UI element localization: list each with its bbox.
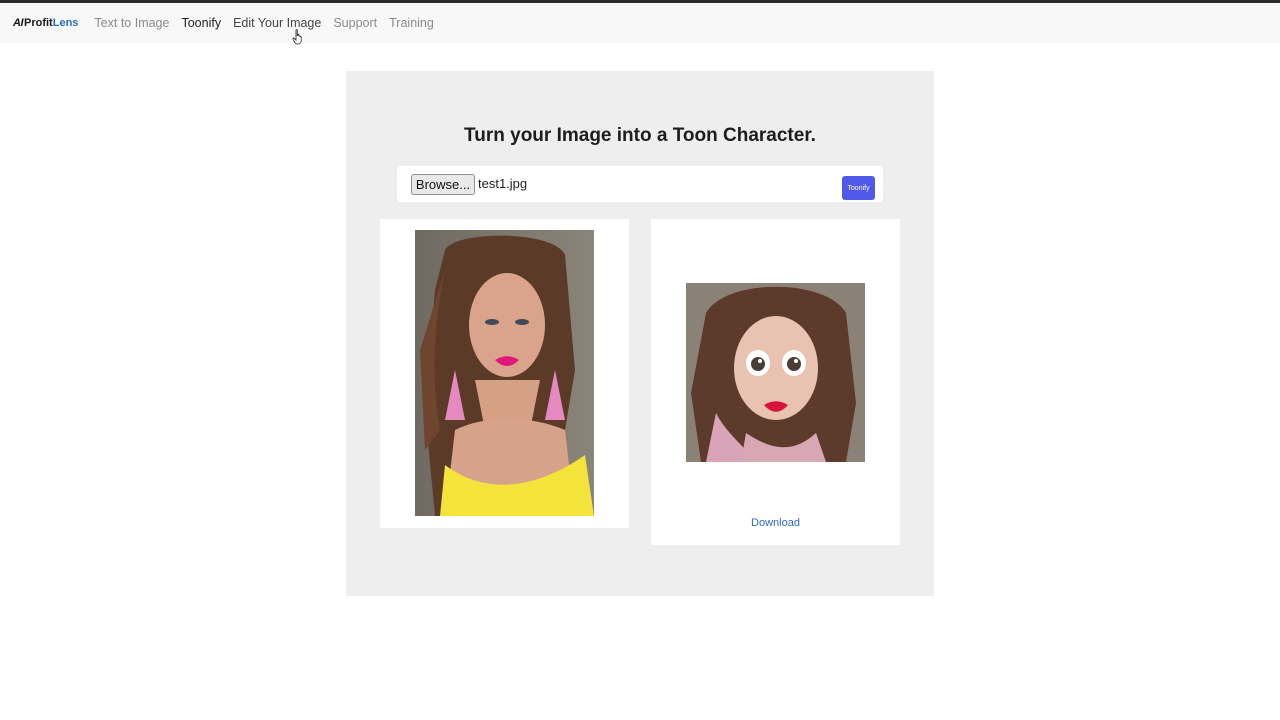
selected-filename: test1.jpg	[478, 176, 528, 191]
brand-prefix: AI	[13, 17, 24, 29]
browse-button[interactable]: Browse...	[411, 174, 475, 195]
original-photo-image	[415, 230, 594, 516]
toon-photo	[686, 283, 865, 462]
hand-cursor-icon	[292, 29, 302, 45]
toon-photo-image	[686, 283, 865, 462]
navbar: AI ProfitLens Text to Image Toonify Edit…	[0, 3, 1280, 43]
upload-form: Browse... test1.jpg Toonify	[397, 166, 883, 202]
brand-name: ProfitLens	[24, 17, 78, 29]
brand-name-main: Profit	[24, 17, 53, 29]
nav-support[interactable]: Support	[333, 16, 377, 30]
nav-edit-your-image[interactable]: Edit Your Image	[233, 16, 321, 30]
nav-toonify[interactable]: Toonify	[181, 16, 221, 30]
original-image-card	[380, 219, 629, 528]
brand-name-accent: Lens	[52, 17, 79, 29]
download-link[interactable]: Download	[651, 517, 900, 529]
result-image-card: Download	[651, 219, 900, 545]
nav-text-to-image[interactable]: Text to Image	[94, 16, 169, 30]
toonify-submit-button[interactable]: Toonify	[842, 176, 875, 200]
page-title: Turn your Image into a Toon Character.	[464, 125, 816, 146]
toonify-panel: Turn your Image into a Toon Character. B…	[346, 71, 934, 596]
nav-training[interactable]: Training	[389, 16, 434, 30]
brand-logo[interactable]: AI ProfitLens	[13, 17, 78, 29]
original-photo	[415, 230, 594, 516]
